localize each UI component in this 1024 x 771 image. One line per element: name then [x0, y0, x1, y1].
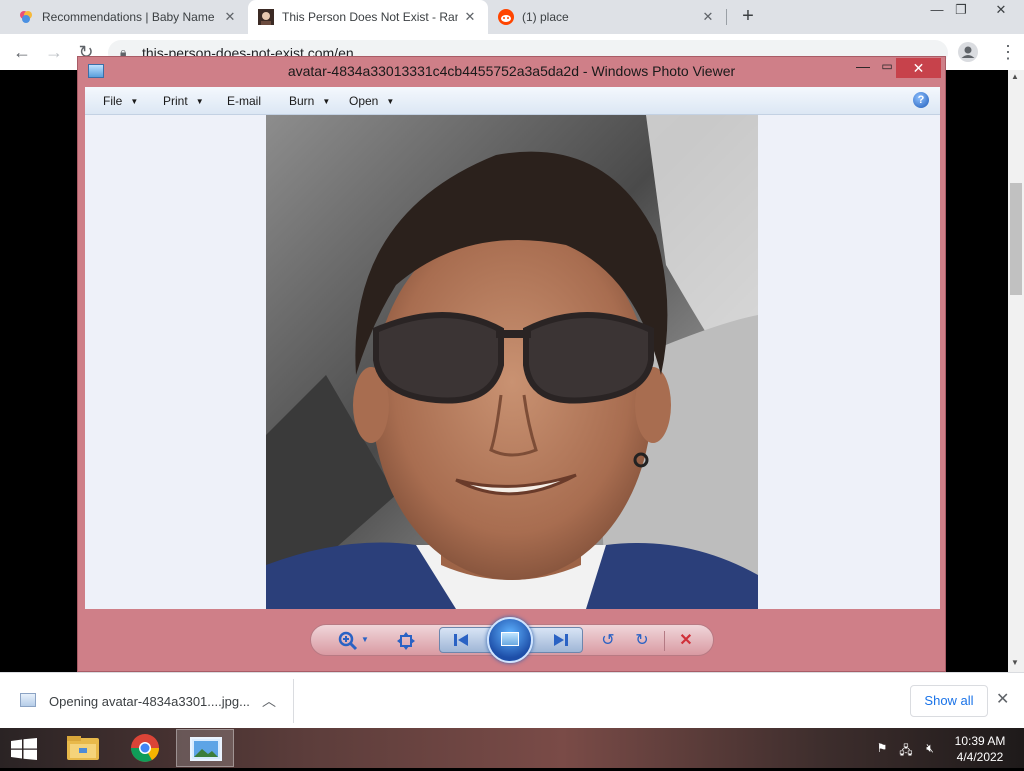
tab-title: (1) place	[522, 10, 569, 24]
close-download-bar-icon[interactable]: ✕	[996, 689, 1009, 709]
download-divider	[293, 679, 294, 723]
tab-title: This Person Does Not Exist - Ran	[282, 10, 458, 24]
scroll-down-arrow-icon[interactable]: ▼	[1011, 658, 1019, 667]
tab-reddit-place[interactable]: (1) place ✕	[488, 0, 726, 34]
file-explorer-taskbar-button[interactable]	[54, 729, 112, 767]
close-button[interactable]: ✕	[896, 58, 941, 78]
delete-icon[interactable]: ✕	[675, 630, 697, 652]
next-icon[interactable]	[552, 631, 570, 652]
show-all-button[interactable]: Show all	[910, 685, 988, 717]
page-scrollbar[interactable]: ▲ ▼	[1008, 70, 1024, 672]
dropdown-arrow-icon: ▼	[195, 97, 204, 106]
profile-avatar-icon[interactable]	[956, 40, 980, 64]
download-item-text[interactable]: Opening avatar-4834a3301....jpg...	[49, 694, 250, 709]
tab-divider	[726, 9, 727, 25]
actual-size-icon[interactable]	[395, 630, 417, 652]
tab-title: Recommendations | Baby Name	[42, 10, 215, 24]
windows-taskbar: ⚑ 🖧︎ 🔇︎ 10:39 AM 4/4/2022	[0, 728, 1024, 768]
dropdown-arrow-icon: ▼	[386, 97, 395, 106]
menu-open[interactable]: Open ▼	[349, 94, 394, 108]
help-icon[interactable]: ?	[913, 92, 929, 108]
clock-time: 10:39 AM	[954, 734, 1006, 748]
slideshow-button[interactable]	[487, 617, 533, 663]
photo-viewer-menubar: File ▼ Print ▼ E-mail Burn ▼ Open ▼ ?	[85, 87, 940, 115]
browser-close-button[interactable]: ✕	[986, 0, 1016, 22]
photo-viewer-window: avatar-4834a33013331c4cb4455752a3a5da2d …	[77, 56, 946, 672]
back-arrow-icon[interactable]: ←	[10, 40, 34, 64]
scrollbar-thumb[interactable]	[1010, 183, 1022, 295]
browser-menu-icon[interactable]: ⋮	[996, 40, 1020, 64]
clock-date: 4/4/2022	[956, 750, 1004, 764]
scroll-up-arrow-icon[interactable]: ▲	[1011, 72, 1019, 81]
reddit-favicon-icon	[498, 9, 514, 25]
menu-email[interactable]: E-mail	[227, 94, 261, 108]
menu-file[interactable]: File ▼	[103, 94, 138, 108]
photo-viewer-taskbar-button[interactable]	[176, 729, 234, 767]
image-file-icon	[20, 693, 36, 707]
previous-icon[interactable]	[452, 631, 470, 652]
tab-close-icon[interactable]: ✕	[222, 9, 238, 25]
forward-arrow-icon[interactable]: →	[42, 40, 66, 64]
portrait-photo	[266, 115, 758, 609]
minimize-button[interactable]: —	[851, 59, 875, 77]
dropdown-arrow-icon: ▼	[130, 97, 139, 106]
browser-restore-button[interactable]: ❐	[946, 0, 976, 22]
tab-close-icon[interactable]: ✕	[700, 9, 716, 25]
chrome-taskbar-button[interactable]	[116, 729, 174, 767]
browser-tab-strip: Recommendations | Baby Name ✕ This Perso…	[0, 0, 1024, 34]
download-bar: Opening avatar-4834a3301....jpg... ︿ Sho…	[0, 672, 1024, 728]
zoom-icon[interactable]	[337, 630, 359, 652]
tab-this-person-does-not-exist[interactable]: This Person Does Not Exist - Ran ✕	[248, 0, 488, 34]
rotate-counterclockwise-icon[interactable]: ↺	[597, 630, 619, 652]
system-clock[interactable]: 10:39 AM 4/4/2022	[950, 733, 1010, 765]
photo-canvas	[85, 115, 940, 609]
zoom-dropdown-arrow-icon[interactable]: ▼	[361, 635, 369, 644]
photo-viewer-titlebar[interactable]: avatar-4834a33013331c4cb4455752a3a5da2d …	[78, 57, 945, 85]
dropdown-arrow-icon: ▼	[322, 97, 331, 106]
tab-close-icon[interactable]: ✕	[462, 9, 478, 25]
network-icon[interactable]: 🖧︎	[898, 741, 914, 757]
person-favicon-icon	[258, 9, 274, 25]
menu-print[interactable]: Print ▼	[163, 94, 204, 108]
chevron-up-icon[interactable]: ︿	[262, 691, 276, 711]
baby-name-favicon-icon	[20, 11, 32, 23]
rotate-clockwise-icon[interactable]: ↻	[631, 630, 653, 652]
action-center-flag-icon[interactable]: ⚑	[874, 741, 890, 757]
photo-viewer-title: avatar-4834a33013331c4cb4455752a3a5da2d …	[287, 63, 736, 79]
controls-divider	[664, 631, 665, 651]
new-tab-button[interactable]: +	[738, 4, 758, 28]
tab-recommendations[interactable]: Recommendations | Baby Name ✕	[8, 0, 248, 34]
windows-start-icon[interactable]	[10, 738, 38, 760]
photo-viewer-controls: ▼ ↺ ↻ ✕	[310, 617, 714, 663]
slideshow-icon	[501, 632, 519, 646]
menu-burn[interactable]: Burn ▼	[289, 94, 330, 108]
volume-muted-icon[interactable]: 🔇︎	[922, 741, 938, 757]
